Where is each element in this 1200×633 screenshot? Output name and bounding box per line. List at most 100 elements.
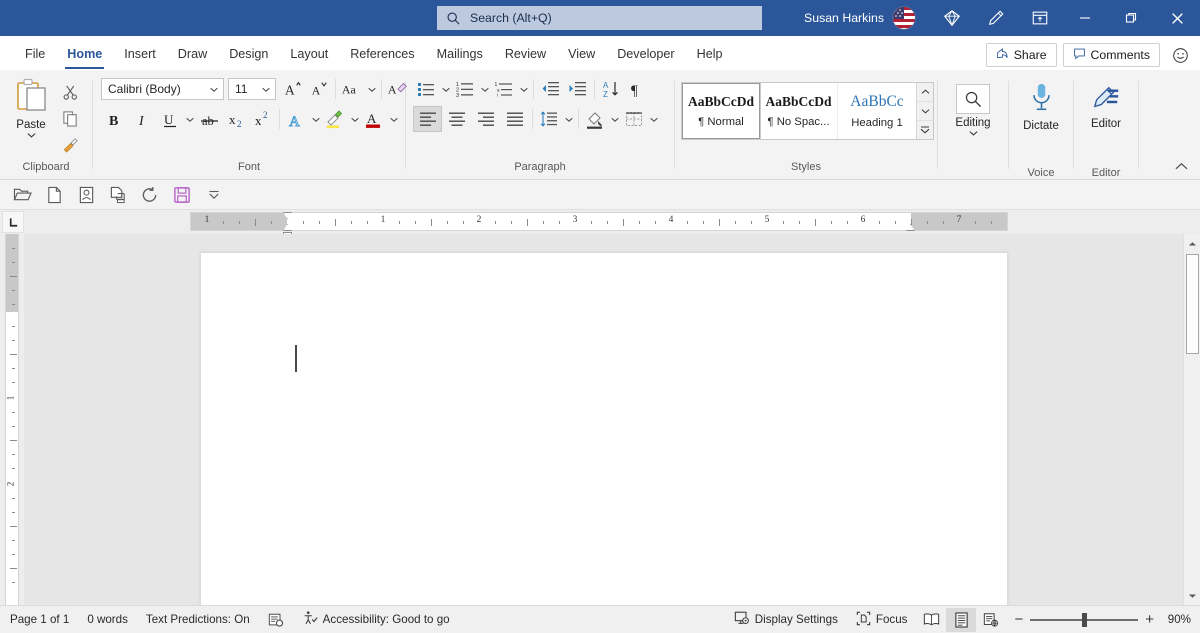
underline-chevron-down-icon[interactable] bbox=[183, 106, 196, 132]
font-size-combobox[interactable]: 11 bbox=[228, 78, 276, 100]
zoom-level-label[interactable]: 90% bbox=[1162, 613, 1200, 626]
numbering-icon[interactable]: 123 bbox=[452, 76, 478, 102]
tab-review[interactable]: Review bbox=[494, 38, 557, 70]
numbering-chevron-down-icon[interactable] bbox=[478, 76, 491, 102]
document-canvas[interactable] bbox=[24, 234, 1183, 605]
borders-chevron-down-icon[interactable] bbox=[647, 106, 660, 132]
restore-button[interactable] bbox=[1108, 0, 1154, 36]
font-name-combobox[interactable]: Calibri (Body) bbox=[101, 78, 224, 100]
scroll-up-icon[interactable] bbox=[1185, 235, 1200, 252]
tab-design[interactable]: Design bbox=[218, 38, 279, 70]
subscript-icon[interactable]: x2 bbox=[224, 106, 250, 132]
page-number-status[interactable]: Page 1 of 1 bbox=[0, 608, 78, 632]
zoom-out-button[interactable]: − bbox=[1014, 612, 1023, 627]
align-left-icon[interactable] bbox=[413, 106, 442, 132]
change-case-icon[interactable]: Aa bbox=[339, 76, 365, 102]
contact-card-icon[interactable] bbox=[70, 182, 102, 208]
tab-draw[interactable]: Draw bbox=[167, 38, 218, 70]
minimize-button[interactable] bbox=[1062, 0, 1108, 36]
bullets-chevron-down-icon[interactable] bbox=[439, 76, 452, 102]
format-painter-icon[interactable] bbox=[57, 132, 83, 156]
scrollbar-thumb[interactable] bbox=[1186, 254, 1199, 354]
styles-scroll-down-icon[interactable] bbox=[917, 102, 933, 121]
show-formatting-marks-icon[interactable]: ¶ bbox=[624, 76, 650, 102]
text-effects-icon[interactable]: A bbox=[283, 106, 309, 132]
increase-indent-icon[interactable] bbox=[564, 76, 591, 102]
ink-pen-icon[interactable] bbox=[974, 0, 1018, 36]
display-settings-button[interactable]: Display Settings bbox=[725, 608, 847, 632]
bullets-icon[interactable] bbox=[413, 76, 439, 102]
align-center-icon[interactable] bbox=[442, 106, 471, 132]
word-count-status[interactable]: 0 words bbox=[78, 608, 137, 632]
document-page[interactable] bbox=[200, 252, 1008, 605]
vertical-scrollbar[interactable] bbox=[1183, 234, 1200, 605]
underline-icon[interactable]: U bbox=[157, 106, 183, 132]
ribbon-display-options-icon[interactable] bbox=[1018, 0, 1062, 36]
tab-developer[interactable]: Developer bbox=[606, 38, 685, 70]
styles-more-icon[interactable] bbox=[917, 121, 933, 139]
shading-chevron-down-icon[interactable] bbox=[608, 106, 621, 132]
tab-home[interactable]: Home bbox=[56, 38, 113, 70]
bold-icon[interactable]: B bbox=[101, 106, 129, 132]
print-preview-icon[interactable] bbox=[102, 182, 134, 208]
tab-mailings[interactable]: Mailings bbox=[426, 38, 494, 70]
save-icon[interactable] bbox=[166, 182, 198, 208]
zoom-slider-track[interactable] bbox=[1030, 612, 1139, 627]
font-color-chevron-down-icon[interactable] bbox=[387, 106, 400, 132]
accessibility-status[interactable]: Accessibility: Good to go bbox=[293, 608, 459, 632]
proofing-errors-icon[interactable] bbox=[259, 608, 293, 632]
comments-button[interactable]: Comments bbox=[1062, 43, 1160, 67]
dictate-button[interactable]: Dictate bbox=[1013, 78, 1069, 164]
strikethrough-icon[interactable]: ab bbox=[196, 106, 224, 132]
text-predictions-status[interactable]: Text Predictions: On bbox=[137, 608, 259, 632]
open-folder-icon[interactable] bbox=[6, 182, 38, 208]
refresh-icon[interactable] bbox=[134, 182, 166, 208]
vertical-ruler[interactable]: 1 2 bbox=[0, 234, 24, 605]
close-button[interactable] bbox=[1154, 0, 1200, 36]
user-avatar[interactable] bbox=[892, 6, 916, 30]
tab-layout[interactable]: Layout bbox=[279, 38, 339, 70]
style-normal[interactable]: AaBbCcDd ¶ Normal bbox=[681, 82, 761, 140]
multilevel-chevron-down-icon[interactable] bbox=[517, 76, 530, 102]
focus-button[interactable]: Focus bbox=[847, 608, 917, 632]
style-no-spacing[interactable]: AaBbCcDd ¶ No Spac... bbox=[760, 83, 838, 139]
tab-file[interactable]: File bbox=[14, 38, 56, 70]
style-heading-1[interactable]: AaBbCc Heading 1 bbox=[838, 83, 916, 139]
new-document-icon[interactable] bbox=[38, 182, 70, 208]
horizontal-ruler[interactable]: 1 1 2 3 4 5 6 7 bbox=[190, 212, 1008, 238]
tab-help[interactable]: Help bbox=[686, 38, 734, 70]
cut-scissors-icon[interactable] bbox=[57, 80, 83, 104]
read-mode-icon[interactable] bbox=[916, 608, 946, 632]
decrease-indent-icon[interactable] bbox=[537, 76, 564, 102]
line-spacing-icon[interactable] bbox=[536, 106, 562, 132]
justify-icon[interactable] bbox=[500, 106, 529, 132]
text-effects-chevron-down-icon[interactable] bbox=[309, 106, 322, 132]
multilevel-list-icon[interactable]: 1ai bbox=[491, 76, 517, 102]
styles-scroll-up-icon[interactable] bbox=[917, 83, 933, 102]
line-spacing-chevron-down-icon[interactable] bbox=[562, 106, 575, 132]
highlight-chevron-down-icon[interactable] bbox=[348, 106, 361, 132]
shading-icon[interactable] bbox=[582, 106, 608, 132]
web-layout-icon[interactable] bbox=[976, 608, 1006, 632]
tab-references[interactable]: References bbox=[339, 38, 425, 70]
paste-button[interactable]: Paste bbox=[6, 76, 56, 139]
copy-icon[interactable] bbox=[57, 106, 83, 130]
print-layout-icon[interactable] bbox=[946, 607, 977, 632]
zoom-slider-thumb[interactable] bbox=[1082, 612, 1088, 627]
superscript-icon[interactable]: x2 bbox=[250, 106, 276, 132]
sort-icon[interactable]: AZ bbox=[598, 76, 624, 102]
italic-icon[interactable]: I bbox=[129, 106, 157, 132]
shrink-font-icon[interactable]: A bbox=[306, 76, 332, 102]
editor-button[interactable]: Editor bbox=[1078, 78, 1134, 164]
align-right-icon[interactable] bbox=[471, 106, 500, 132]
microsoft-365-diamond-icon[interactable] bbox=[930, 0, 974, 36]
tab-insert[interactable]: Insert bbox=[113, 38, 167, 70]
font-color-icon[interactable]: A bbox=[361, 106, 387, 132]
zoom-in-button[interactable]: + bbox=[1145, 612, 1154, 627]
smiley-face-icon[interactable] bbox=[1166, 43, 1194, 67]
tab-view[interactable]: View bbox=[557, 38, 606, 70]
borders-icon[interactable] bbox=[621, 106, 647, 132]
left-tab-stop-marker[interactable] bbox=[2, 211, 24, 233]
more-chevron-icon[interactable] bbox=[198, 182, 230, 208]
change-case-chevron-down-icon[interactable] bbox=[365, 76, 378, 102]
